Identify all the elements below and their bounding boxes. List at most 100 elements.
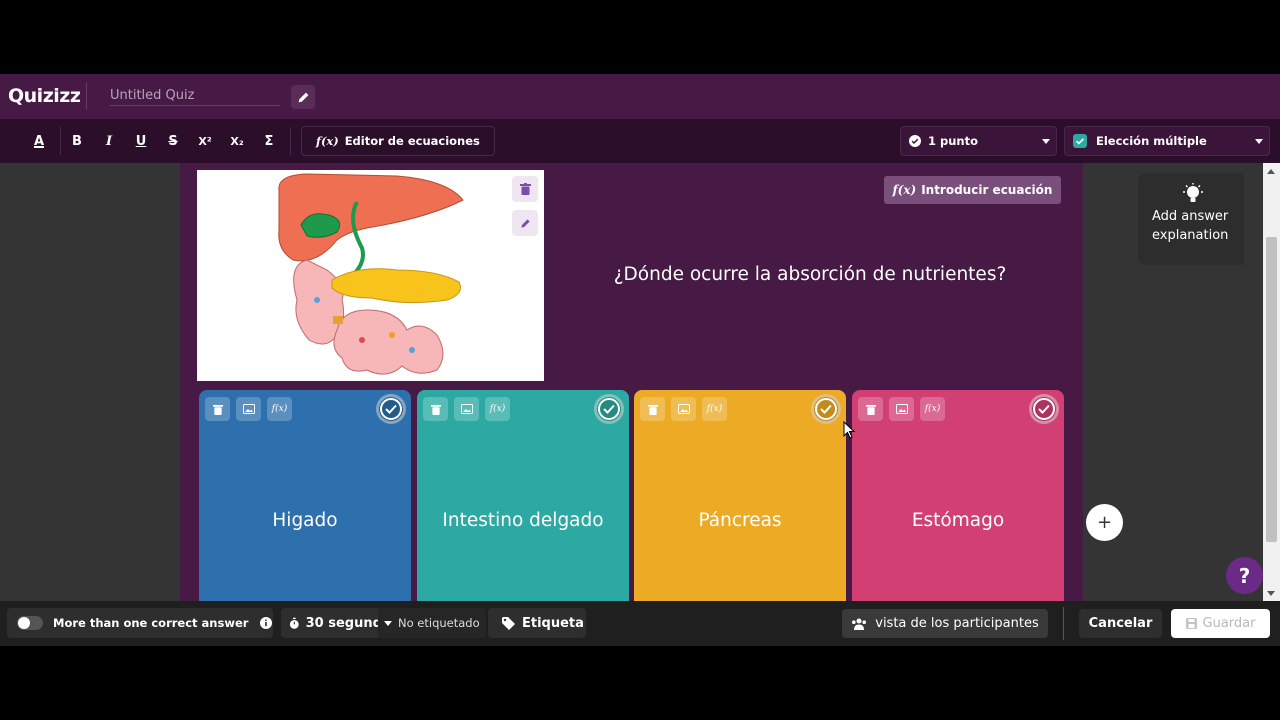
question-type-value: Elección múltiple (1096, 134, 1207, 148)
pencil-icon (298, 92, 308, 102)
vertical-scrollbar[interactable] (1263, 163, 1280, 601)
save-label: Guardar (1202, 616, 1256, 631)
question-type-dropdown[interactable]: Elección múltiple (1064, 126, 1270, 156)
text-color-button[interactable]: A (28, 130, 50, 152)
quiz-title-input[interactable]: Untitled Quiz (110, 88, 280, 106)
answer-text[interactable]: Estómago (852, 510, 1064, 531)
bold-button[interactable]: B (66, 130, 88, 152)
delete-image-button[interactable] (512, 176, 538, 202)
check-icon (598, 398, 620, 420)
toolbar-divider (290, 127, 291, 155)
mark-correct-toggle[interactable] (811, 394, 841, 424)
equation-editor-label: Editor de ecuaciones (344, 134, 480, 148)
text-color-icon: A (33, 133, 45, 149)
sigma-button[interactable]: Σ (258, 130, 280, 152)
multiple-correct-label: More than one correct answer (53, 616, 249, 630)
answer-text[interactable]: Higado (199, 510, 411, 531)
trash-icon (430, 404, 441, 415)
tag-icon (502, 616, 515, 630)
answer-equation-button[interactable]: f(x) (267, 397, 292, 421)
strikethrough-button[interactable]: S (162, 130, 184, 152)
insert-equation-button[interactable]: f(x) Introducir ecuación (884, 176, 1061, 204)
edit-title-button[interactable] (291, 85, 315, 109)
info-icon[interactable] (260, 617, 273, 629)
header-divider (86, 82, 87, 110)
participant-view-button[interactable]: vista de los participantes (842, 609, 1048, 638)
check-circle-icon (909, 135, 921, 147)
pencil-icon (520, 218, 530, 228)
function-icon: f(x) (924, 404, 941, 414)
function-icon: f(x) (489, 404, 506, 414)
answer-text[interactable]: Páncreas (634, 510, 846, 531)
answer-equation-button[interactable]: f(x) (920, 397, 945, 421)
answer-option-2[interactable]: f(x) Intestino delgado (417, 390, 629, 601)
delete-answer-button[interactable] (423, 397, 448, 421)
subscript-button[interactable]: X₂ (226, 130, 248, 152)
trash-icon (865, 404, 876, 415)
mouse-cursor-icon (843, 421, 855, 439)
quizizz-logo[interactable]: Quizizz (8, 85, 81, 107)
scroll-thumb[interactable] (1266, 237, 1277, 542)
add-image-button[interactable] (236, 397, 261, 421)
answer-equation-button[interactable]: f(x) (702, 397, 727, 421)
multiple-correct-toggle[interactable]: More than one correct answer (7, 608, 273, 638)
plus-icon: + (1096, 512, 1113, 533)
mark-correct-toggle[interactable] (376, 394, 406, 424)
help-button[interactable]: ? (1226, 557, 1263, 594)
bottom-bar: More than one correct answer 30 segundo … (0, 601, 1280, 646)
add-answer-button[interactable]: + (1086, 504, 1123, 541)
answer-option-4[interactable]: f(x) Estómago (852, 390, 1064, 601)
equation-editor-button[interactable]: f(x) Editor de ecuaciones (301, 126, 495, 156)
answer-text[interactable]: Intestino delgado (417, 510, 629, 531)
chevron-down-icon (1255, 139, 1263, 144)
tag-label: Etiqueta (522, 615, 584, 631)
function-icon: f(x) (316, 134, 339, 148)
delete-answer-button[interactable] (205, 397, 230, 421)
image-icon (895, 404, 908, 414)
tag-button[interactable]: Etiqueta (488, 608, 586, 638)
answer-option-1[interactable]: f(x) Higado (199, 390, 411, 601)
scroll-down-icon[interactable] (1267, 591, 1275, 596)
delete-answer-button[interactable] (858, 397, 883, 421)
help-icon: ? (1238, 563, 1251, 588)
image-icon (677, 404, 690, 414)
mark-correct-toggle[interactable] (594, 394, 624, 424)
add-image-button[interactable] (454, 397, 479, 421)
underline-button[interactable]: U (130, 130, 152, 152)
time-limit-dropdown[interactable]: 30 segundo (281, 608, 381, 638)
toggle-switch[interactable] (17, 616, 43, 630)
answer-equation-button[interactable]: f(x) (485, 397, 510, 421)
cancel-button[interactable]: Cancelar (1079, 609, 1162, 638)
image-icon (460, 404, 473, 414)
app-header: Quizizz Untitled Quiz (0, 74, 1280, 119)
question-image[interactable] (197, 170, 544, 381)
users-icon (852, 618, 867, 630)
function-icon: f(x) (706, 404, 723, 414)
bottom-divider (1063, 607, 1064, 640)
check-icon (1033, 398, 1055, 420)
mark-correct-toggle[interactable] (1029, 394, 1059, 424)
superscript-button[interactable]: X² (194, 130, 216, 152)
participant-view-label: vista de los participantes (875, 616, 1039, 631)
answer-option-3[interactable]: f(x) Páncreas (634, 390, 846, 601)
tag-status-dropdown[interactable]: No etiquetado (378, 608, 486, 638)
chevron-down-icon (384, 620, 392, 626)
edit-image-button[interactable] (512, 210, 538, 236)
scroll-up-icon[interactable] (1267, 169, 1275, 174)
insert-equation-label: Introducir ecuación (921, 183, 1053, 197)
check-icon (380, 398, 402, 420)
delete-answer-button[interactable] (640, 397, 665, 421)
add-explanation-button[interactable]: Add answer explanation (1138, 173, 1244, 265)
add-image-button[interactable] (671, 397, 696, 421)
explanation-label-line2: explanation (1152, 228, 1229, 243)
add-image-button[interactable] (889, 397, 914, 421)
save-button[interactable]: Guardar (1171, 609, 1270, 638)
image-icon (242, 404, 255, 414)
points-dropdown[interactable]: 1 punto (900, 126, 1057, 156)
chevron-down-icon (1042, 139, 1050, 144)
stopwatch-icon (289, 617, 299, 629)
question-text[interactable]: ¿Dónde ocurre la absorción de nutrientes… (560, 264, 1060, 285)
italic-button[interactable]: I (98, 130, 120, 152)
format-toolbar: A B I U S X² X₂ Σ f(x) Editor de ecuacio… (0, 119, 1280, 163)
screen: Quizizz Untitled Quiz A B I U S X² X₂ Σ … (0, 0, 1280, 720)
